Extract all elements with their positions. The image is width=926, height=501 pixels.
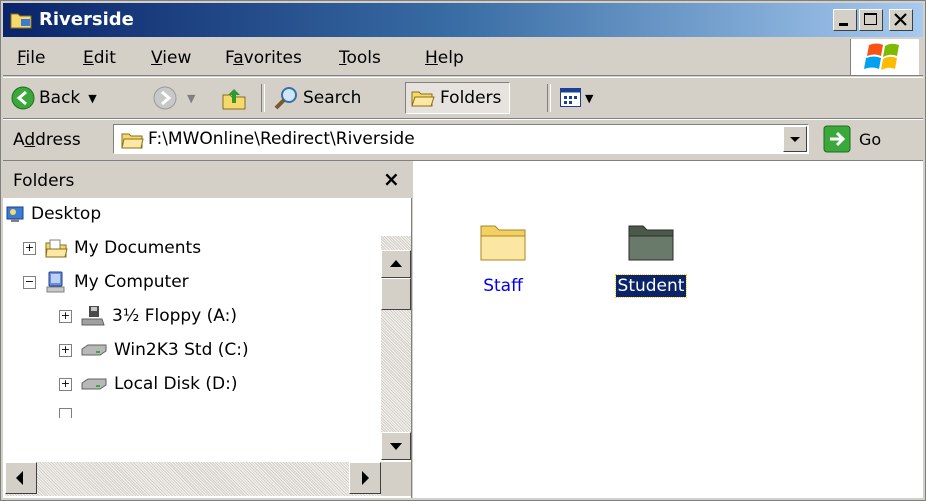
- floppy-drive-icon: [81, 306, 105, 326]
- search-button[interactable]: Search: [273, 82, 361, 114]
- up-folder-icon: [222, 89, 246, 110]
- arrow-down-icon: [390, 443, 402, 450]
- title-bar[interactable]: Riverside: [3, 3, 923, 37]
- menu-tools[interactable]: Tools: [339, 48, 381, 68]
- up-folder-button[interactable]: [221, 82, 247, 114]
- collapse-icon[interactable]: −: [23, 275, 36, 289]
- computer-icon: [46, 271, 65, 293]
- maximize-button[interactable]: [859, 9, 883, 31]
- address-value: F:\MWOnline\Redirect\Riverside: [148, 129, 415, 149]
- forward-arrow-icon: [153, 86, 177, 110]
- close-button[interactable]: [889, 9, 913, 31]
- tree-item-my-computer[interactable]: − My Computer: [23, 266, 189, 298]
- content-area-top: [413, 161, 923, 198]
- folder-icon: [121, 133, 144, 149]
- scrollbar-corner: [381, 462, 411, 496]
- minimize-icon: [839, 23, 848, 26]
- forward-dropdown-icon[interactable]: ▼: [187, 92, 195, 105]
- tree-item-floppy[interactable]: + 3½ Floppy (A:): [59, 300, 237, 332]
- tree-item-drive-d[interactable]: + Local Disk (D:): [59, 368, 237, 400]
- menu-favorites[interactable]: Favorites: [225, 48, 302, 68]
- search-icon: [274, 87, 297, 110]
- desktop-icon: [6, 206, 24, 222]
- folder-icon: [628, 225, 674, 261]
- scroll-up-button[interactable]: [381, 250, 411, 278]
- go-button[interactable]: Go: [823, 125, 881, 153]
- windows-logo-icon: [850, 39, 919, 75]
- file-list-area[interactable]: Staff Student: [413, 198, 923, 498]
- tree-item-desktop[interactable]: Desktop: [5, 198, 101, 230]
- folders-icon: [411, 91, 435, 107]
- hard-drive-icon: [81, 378, 107, 390]
- tree-item-partial: [59, 406, 359, 418]
- explorer-window: Riverside File Edit View Favorites Tools…: [0, 0, 926, 501]
- documents-folder-icon: [45, 239, 68, 258]
- expand-icon[interactable]: +: [23, 241, 36, 255]
- forward-button[interactable]: ▼: [153, 82, 195, 114]
- tree-item-drive-c[interactable]: + Win2K3 Std (C:): [59, 334, 249, 366]
- hard-drive-icon: [81, 344, 107, 356]
- close-icon: [894, 13, 907, 26]
- expand-icon[interactable]: +: [59, 309, 72, 323]
- arrow-left-icon: [16, 471, 23, 485]
- menu-file[interactable]: File: [17, 48, 45, 68]
- minimize-button[interactable]: [833, 9, 857, 31]
- address-input[interactable]: F:\MWOnline\Redirect\Riverside: [113, 124, 809, 154]
- folder-item-student[interactable]: Student: [591, 218, 711, 298]
- folders-pane-title: Folders: [13, 171, 75, 191]
- toolbar-separator: [547, 84, 551, 112]
- address-dropdown-button[interactable]: [783, 126, 807, 152]
- maximize-icon: [864, 13, 877, 25]
- arrow-up-icon: [390, 260, 402, 267]
- arrow-right-icon: [362, 471, 369, 485]
- back-button[interactable]: Back ▼: [11, 82, 97, 114]
- back-arrow-icon: [11, 86, 35, 110]
- scroll-right-button[interactable]: [349, 462, 381, 494]
- views-icon: [560, 88, 581, 107]
- go-arrow-icon: [823, 125, 851, 153]
- address-label: Address: [13, 130, 81, 150]
- folder-item-staff[interactable]: Staff: [443, 218, 563, 297]
- folders-button[interactable]: Folders: [405, 82, 511, 114]
- scroll-down-button[interactable]: [381, 432, 411, 460]
- expand-icon[interactable]: +: [59, 343, 72, 357]
- window-title: Riverside: [39, 9, 134, 30]
- folders-pane-header: Folders ×: [3, 161, 409, 197]
- folder-window-icon: [10, 13, 32, 29]
- menu-view[interactable]: View: [151, 48, 191, 68]
- folder-tree-pane: Desktop + My Documents − My Computer + 3…: [3, 198, 412, 498]
- back-dropdown-icon[interactable]: ▼: [88, 92, 96, 105]
- close-pane-icon[interactable]: ×: [383, 167, 400, 191]
- scroll-thumb[interactable]: [381, 278, 411, 310]
- menu-bar: File Edit View Favorites Tools Help: [3, 39, 923, 76]
- folder-icon: [480, 225, 526, 261]
- expand-icon[interactable]: +: [59, 377, 72, 391]
- menu-help[interactable]: Help: [425, 48, 464, 68]
- tree-horizontal-scrollbar[interactable]: [5, 462, 381, 496]
- scroll-left-button[interactable]: [5, 462, 37, 494]
- chevron-down-icon: [790, 137, 800, 142]
- standard-toolbar: Back ▼ ▼ Search Folders ▼: [3, 77, 923, 119]
- address-bar: Address F:\MWOnline\Redirect\Riverside G…: [3, 119, 923, 161]
- menu-edit[interactable]: Edit: [83, 48, 116, 68]
- views-button[interactable]: ▼: [559, 82, 593, 114]
- toolbar-separator: [261, 84, 265, 112]
- tree-item-my-documents[interactable]: + My Documents: [23, 232, 201, 264]
- views-dropdown-icon[interactable]: ▼: [585, 92, 593, 105]
